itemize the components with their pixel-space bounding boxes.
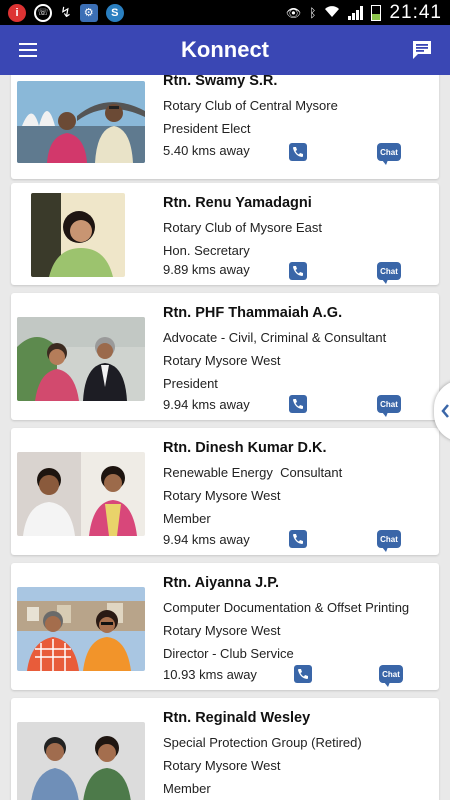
call-button[interactable] <box>294 665 312 683</box>
member-detail: Member <box>163 511 211 526</box>
member-photo <box>17 587 145 671</box>
member-name: Rtn. Aiyanna J.P. <box>163 575 280 591</box>
app-bar: Konnect <box>0 25 450 75</box>
signal-icon <box>348 5 364 20</box>
member-photo <box>17 81 145 163</box>
battery-icon <box>371 4 382 21</box>
member-detail: Computer Documentation & Offset Printing <box>163 600 410 615</box>
member-name: Rtn. Dinesh Kumar D.K. <box>163 440 327 456</box>
member-detail: Hon. Secretary <box>163 243 250 258</box>
phone-icon <box>293 266 303 276</box>
member-detail: President <box>163 376 218 391</box>
rotary-app-icon: ⚙ <box>79 3 98 22</box>
member-photo <box>17 452 145 536</box>
member-detail: Special Protection Group (Retired) <box>163 735 362 750</box>
messages-button[interactable] <box>394 25 450 75</box>
member-detail: Rotary Club of Central Mysore <box>163 98 338 113</box>
member-detail: Advocate - Civil, Criminal & Consultant <box>163 330 387 345</box>
member-photo <box>31 193 125 277</box>
member-detail: Rotary Mysore West <box>163 353 281 368</box>
call-button[interactable] <box>289 262 307 280</box>
chat-button[interactable]: Chat <box>377 262 401 284</box>
member-distance: 9.89 kms away <box>163 262 250 277</box>
member-detail: Rotary Mysore West <box>163 488 281 503</box>
status-bar: i ☏ ↯ ⚙ S 👁 ᛒ 21:41 <box>0 0 450 25</box>
clock: 21:41 <box>389 1 442 23</box>
app-notification-icon: i <box>8 3 26 22</box>
member-detail: Rotary Mysore West <box>163 623 281 638</box>
sync-icon: S <box>105 3 124 22</box>
message-icon <box>413 41 431 59</box>
call-button[interactable] <box>289 395 307 413</box>
chevron-left-icon <box>441 404 449 418</box>
bluetooth-icon: ᛒ <box>309 5 317 20</box>
member-detail: Member <box>163 781 211 796</box>
chat-button[interactable]: Chat <box>377 395 401 417</box>
call-button[interactable] <box>289 530 307 548</box>
member-card[interactable]: Rtn. Swamy S.R. Rotary Club of Central M… <box>11 75 439 179</box>
member-photo <box>17 722 145 800</box>
eye-icon: 👁 <box>286 5 302 20</box>
member-info: Rtn. Reginald Wesley Special Protection … <box>163 698 362 796</box>
wifi-icon <box>324 4 340 21</box>
member-card[interactable]: Rtn. Aiyanna J.P. Computer Documentation… <box>11 563 439 690</box>
member-name: Rtn. Renu Yamadagni <box>163 195 312 211</box>
member-name: Rtn. Swamy S.R. <box>163 75 278 89</box>
member-distance: 9.94 kms away <box>163 397 250 412</box>
member-detail: President Elect <box>163 121 251 136</box>
member-list[interactable]: Rtn. Swamy S.R. Rotary Club of Central M… <box>0 75 450 800</box>
chat-button[interactable]: Chat <box>377 530 401 552</box>
member-distance: 5.40 kms away <box>163 143 250 158</box>
member-detail: Renewable Energy Consultant <box>163 465 343 480</box>
member-distance: 9.94 kms away <box>163 532 250 547</box>
missed-call-icon: ↯ <box>60 4 72 20</box>
call-button[interactable] <box>289 143 307 161</box>
member-photo <box>17 317 145 401</box>
member-detail: Rotary Club of Mysore East <box>163 220 322 235</box>
member-info: Rtn. PHF Thammaiah A.G. Advocate - Civil… <box>163 293 387 391</box>
member-name: Rtn. Reginald Wesley <box>163 710 311 726</box>
member-name: Rtn. PHF Thammaiah A.G. <box>163 305 343 321</box>
app-title: Konnect <box>181 37 269 62</box>
member-card[interactable]: Rtn. PHF Thammaiah A.G. Advocate - Civil… <box>11 293 439 420</box>
member-distance: 10.93 kms away <box>163 667 257 682</box>
member-info: Rtn. Renu Yamadagni Rotary Club of Mysor… <box>163 183 322 258</box>
member-detail: Rotary Mysore West <box>163 758 281 773</box>
whatsapp-icon: ☏ <box>34 3 52 22</box>
member-card[interactable]: Rtn. Renu Yamadagni Rotary Club of Mysor… <box>11 183 439 285</box>
member-card[interactable]: Rtn. Reginald Wesley Special Protection … <box>11 698 439 800</box>
member-card[interactable]: Rtn. Dinesh Kumar D.K. Renewable Energy … <box>11 428 439 555</box>
member-info: Rtn. Aiyanna J.P. Computer Documentation… <box>163 563 410 661</box>
member-info: Rtn. Swamy S.R. Rotary Club of Central M… <box>163 75 338 136</box>
phone-icon <box>298 669 308 679</box>
phone-icon <box>293 534 303 544</box>
menu-button[interactable] <box>0 25 56 75</box>
phone-icon <box>293 147 303 157</box>
phone-icon <box>293 399 303 409</box>
member-info: Rtn. Dinesh Kumar D.K. Renewable Energy … <box>163 428 343 526</box>
chat-button[interactable]: Chat <box>377 143 401 165</box>
chat-button[interactable]: Chat <box>379 665 403 687</box>
member-detail: Director - Club Service <box>163 646 294 661</box>
